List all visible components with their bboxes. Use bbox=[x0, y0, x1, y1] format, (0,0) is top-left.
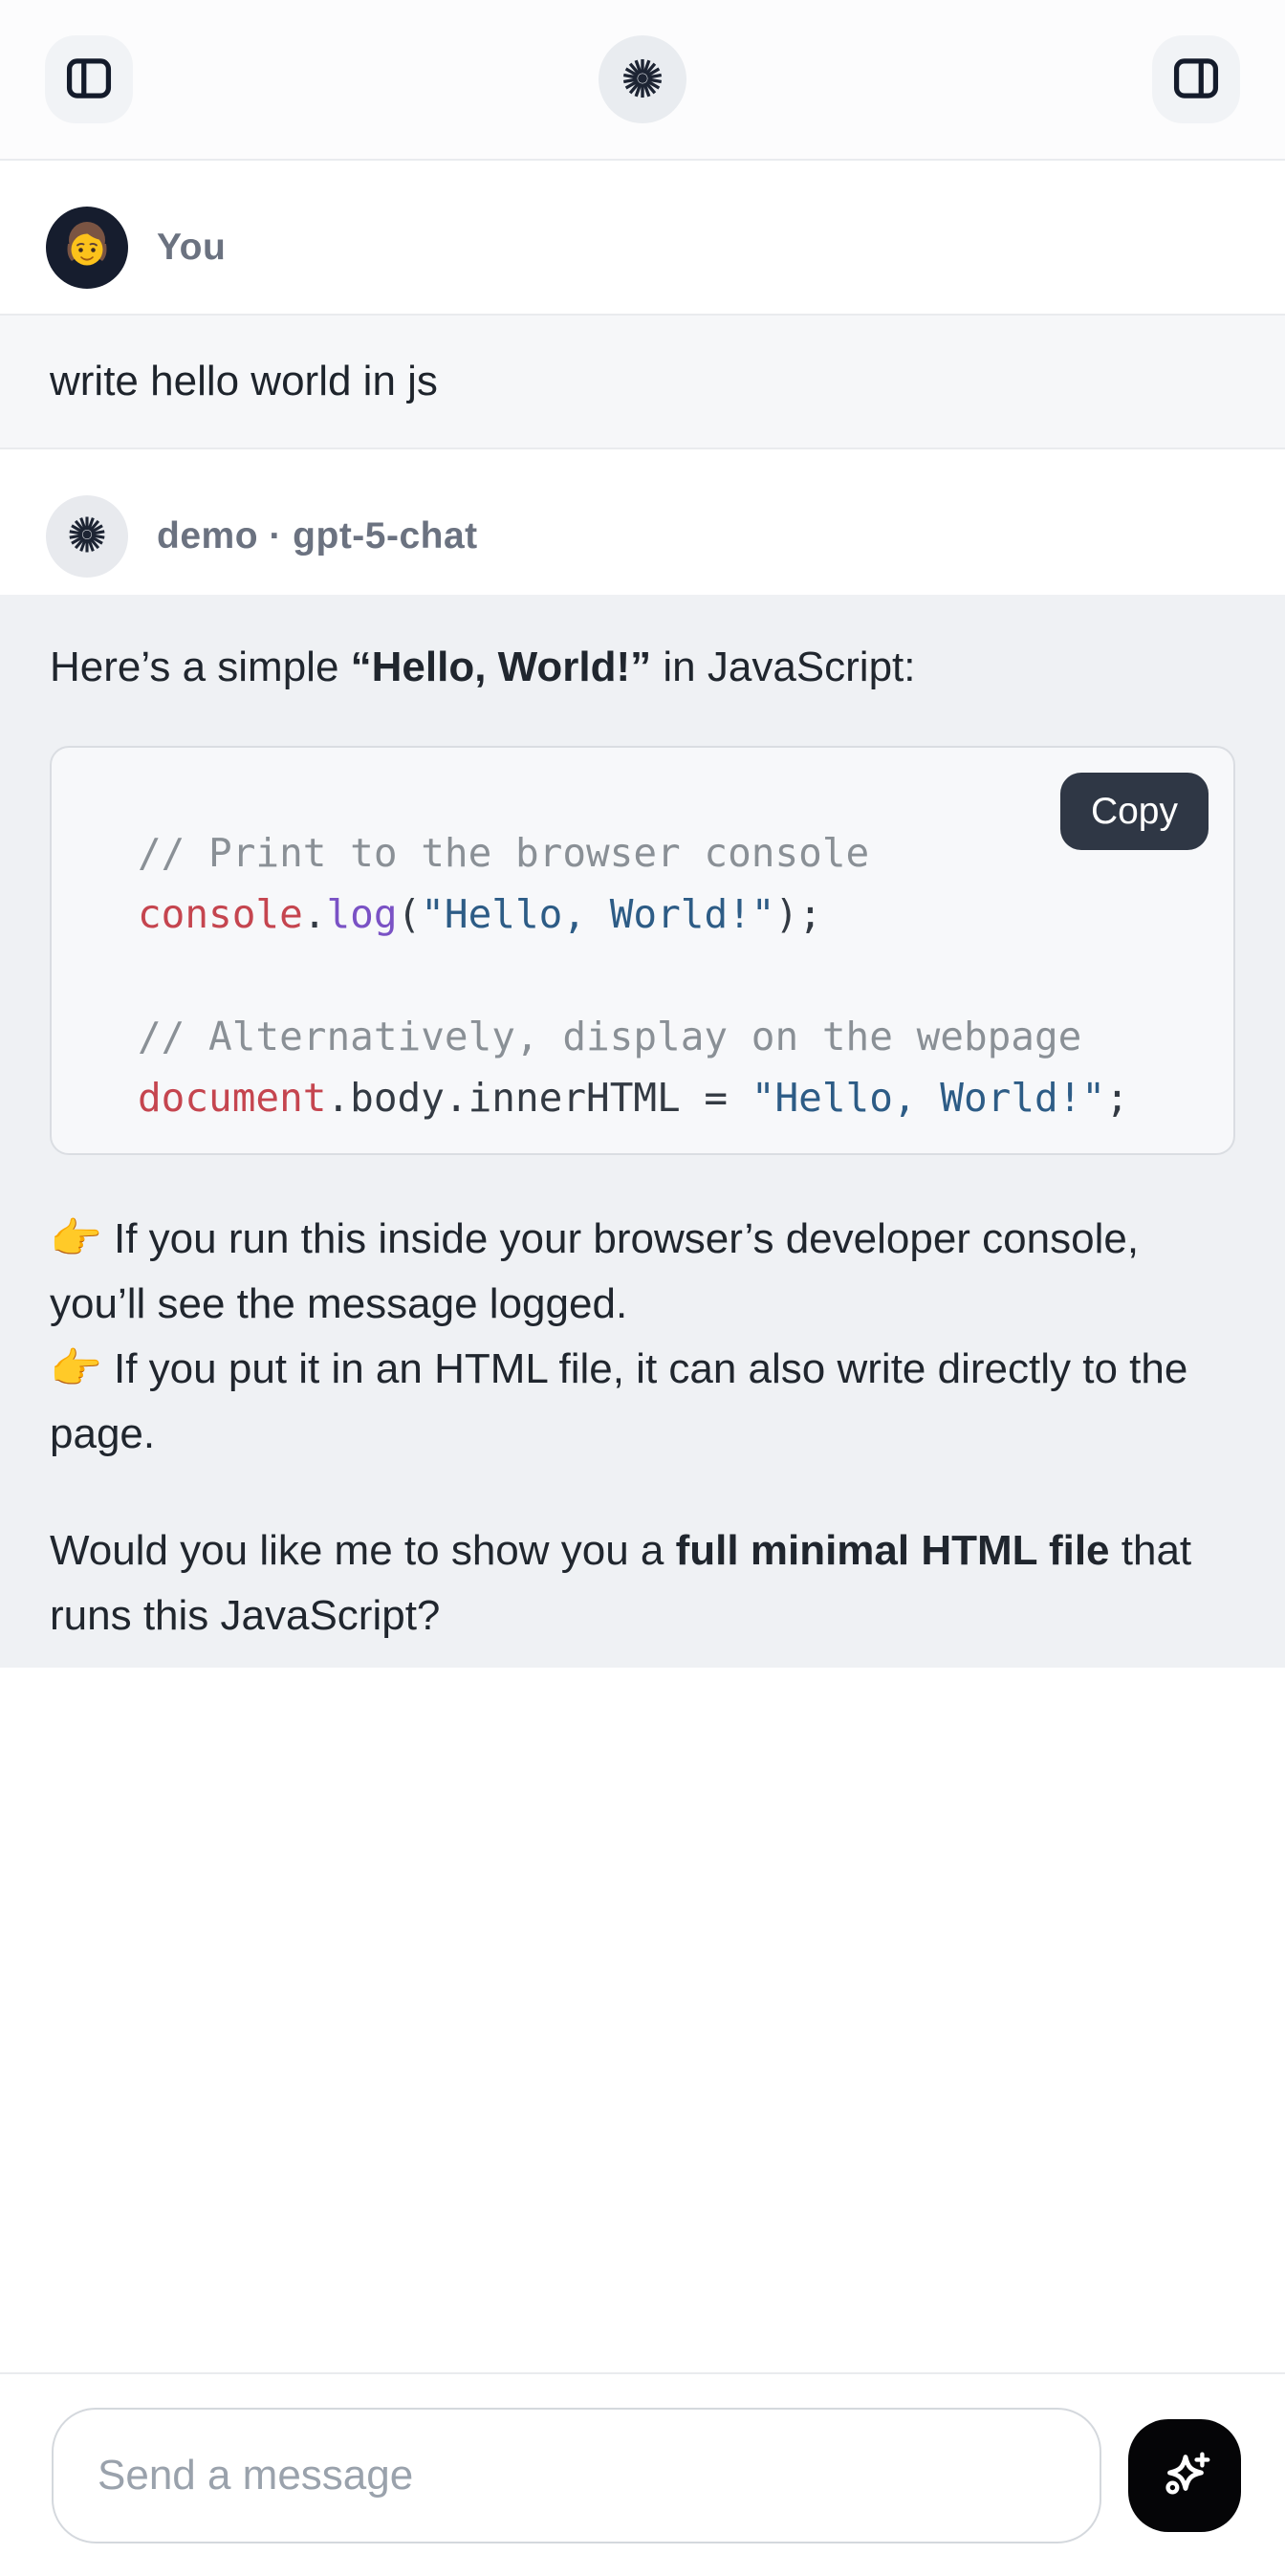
assistant-message-header: demo · gpt-5-chat bbox=[0, 495, 1285, 578]
assistant-message-band: Here’s a simple “Hello, World!” in JavaS… bbox=[0, 595, 1285, 1668]
panel-right-icon bbox=[1169, 52, 1223, 108]
code-content: // Print to the browser console console.… bbox=[52, 748, 1233, 1153]
sidebar-toggle-button[interactable] bbox=[45, 35, 133, 123]
header-bar bbox=[0, 0, 1285, 161]
assistant-avatar bbox=[46, 495, 128, 578]
user-avatar bbox=[46, 207, 128, 289]
sparkle-plus-icon bbox=[1155, 2444, 1214, 2506]
person-emoji-icon bbox=[56, 215, 118, 281]
assistant-name: demo · gpt-5-chat bbox=[157, 515, 478, 557]
send-button[interactable] bbox=[1128, 2419, 1241, 2532]
user-message-band: write hello world in js bbox=[0, 314, 1285, 449]
user-message-header: You bbox=[0, 207, 1285, 289]
right-panel-toggle-button[interactable] bbox=[1152, 35, 1240, 123]
composer-bar bbox=[0, 2372, 1285, 2576]
starburst-icon bbox=[618, 54, 667, 106]
user-message-text: write hello world in js bbox=[50, 358, 438, 405]
assistant-question: Would you like me to show you a full min… bbox=[50, 1518, 1235, 1648]
model-button[interactable] bbox=[599, 35, 686, 123]
starburst-icon bbox=[64, 512, 110, 562]
assistant-tips: 👉 If you run this inside your browser’s … bbox=[50, 1207, 1235, 1467]
message-input[interactable] bbox=[52, 2408, 1101, 2543]
panel-left-icon bbox=[62, 52, 116, 108]
user-name: You bbox=[157, 227, 226, 269]
code-block: Copy // Print to the browser console con… bbox=[50, 746, 1235, 1155]
tip-line-2: 👉 If you put it in an HTML file, it can … bbox=[50, 1337, 1235, 1467]
copy-button[interactable]: Copy bbox=[1060, 773, 1209, 850]
tip-line-1: 👉 If you run this inside your browser’s … bbox=[50, 1207, 1235, 1337]
assistant-intro-line: Here’s a simple “Hello, World!” in JavaS… bbox=[50, 635, 1235, 700]
